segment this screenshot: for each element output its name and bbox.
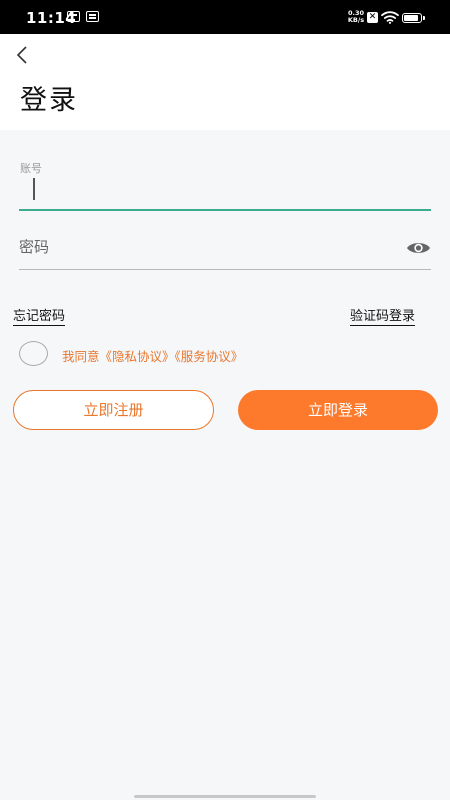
eye-icon[interactable]: [406, 240, 431, 256]
wifi-icon: [381, 11, 399, 24]
message-notification-icon: [86, 11, 99, 22]
agreement-text: 我同意《隐私协议》《服务协议》: [62, 346, 243, 365]
agreement-checkbox[interactable]: [19, 341, 48, 366]
gallery-notification-icon: [67, 11, 80, 22]
service-agreement-link[interactable]: 《服务协议》: [175, 349, 244, 364]
password-input[interactable]: [19, 232, 389, 262]
account-underline: [19, 209, 431, 211]
account-label: 账号: [20, 162, 42, 175]
register-button[interactable]: 立即注册: [13, 390, 214, 430]
login-button[interactable]: 立即登录: [238, 390, 438, 430]
home-indicator[interactable]: [134, 795, 316, 798]
no-sim-icon: ✕: [367, 12, 378, 23]
back-icon[interactable]: [12, 44, 34, 66]
page-title: 登录: [20, 85, 78, 116]
header: 登录: [0, 34, 450, 130]
network-speed-unit: KB/s: [347, 16, 365, 24]
password-underline: [19, 269, 431, 270]
sms-login-link[interactable]: 验证码登录: [350, 305, 416, 326]
agreement-prefix: 我同意: [62, 349, 100, 364]
forgot-password-link[interactable]: 忘记密码: [13, 305, 66, 326]
battery-icon: [402, 13, 425, 23]
status-bar: 11:14 0.30 KB/s ✕: [0, 0, 450, 34]
privacy-agreement-link[interactable]: 《隐私协议》: [100, 349, 175, 364]
account-input[interactable]: [19, 176, 446, 206]
text-cursor: [33, 178, 35, 200]
network-speed: 0.30 KB/s: [345, 10, 367, 24]
battery-level: [404, 15, 419, 21]
